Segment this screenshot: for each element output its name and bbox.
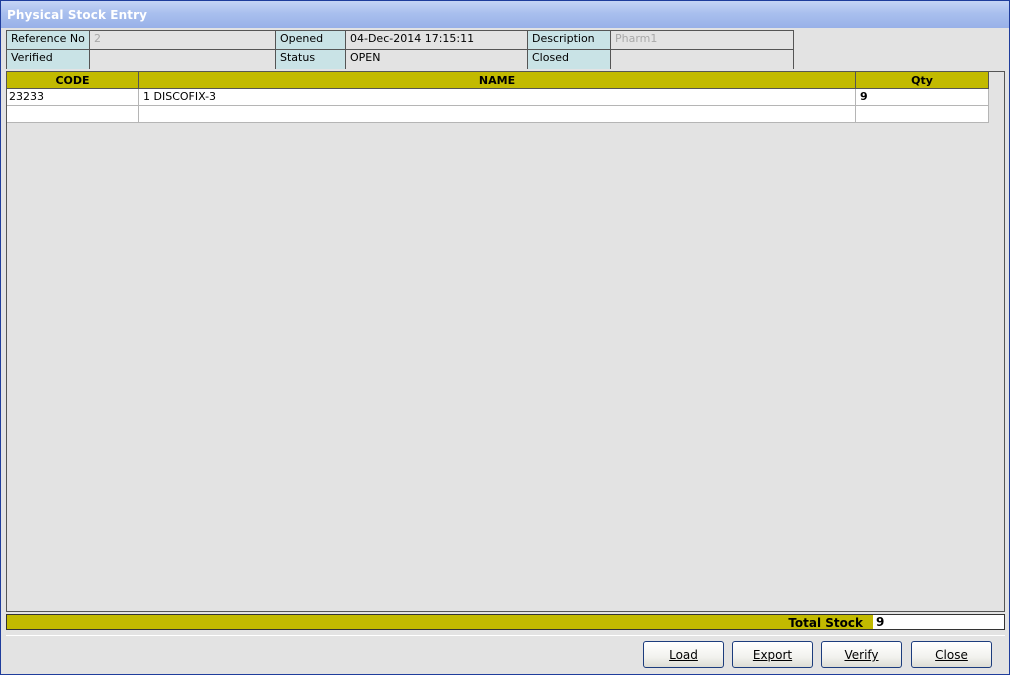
closed-label: Closed bbox=[528, 50, 611, 69]
column-header-name[interactable]: NAME bbox=[139, 72, 856, 89]
closed-field[interactable] bbox=[611, 50, 793, 69]
title-bar[interactable]: Physical Stock Entry bbox=[1, 1, 1009, 28]
reference-no-field[interactable]: 2 bbox=[90, 31, 276, 50]
verified-label: Verified bbox=[7, 50, 90, 69]
stock-entry-window: Physical Stock Entry Reference No 2 Open… bbox=[0, 0, 1010, 675]
reference-no-label: Reference No bbox=[7, 31, 90, 50]
column-header-qty[interactable]: Qty bbox=[856, 72, 989, 89]
row-2-name-cell[interactable] bbox=[139, 106, 856, 123]
row-2-code-cell[interactable] bbox=[7, 106, 139, 123]
window-title: Physical Stock Entry bbox=[7, 8, 148, 22]
row-2-qty-cell[interactable] bbox=[856, 106, 989, 123]
status-field[interactable]: OPEN bbox=[346, 50, 528, 69]
info-panel: Reference No 2 Opened 04-Dec-2014 17:15:… bbox=[6, 30, 794, 69]
stock-grid[interactable]: CODE NAME Qty 23233 1 DISCOFIX-3 9 bbox=[6, 71, 1005, 612]
total-stock-value: 9 bbox=[873, 615, 1004, 629]
load-button[interactable]: Load bbox=[643, 641, 724, 668]
opened-field[interactable]: 04-Dec-2014 17:15:11 bbox=[346, 31, 528, 50]
total-stock-label: Total Stock bbox=[788, 616, 863, 630]
description-field[interactable]: Pharm1 bbox=[611, 31, 793, 50]
total-bar: Total Stock 9 bbox=[6, 614, 1005, 630]
verified-field[interactable] bbox=[90, 50, 276, 69]
button-bar: Load Export Verify Close bbox=[6, 635, 1005, 672]
row-1-name-cell[interactable]: 1 DISCOFIX-3 bbox=[139, 89, 856, 106]
verify-button[interactable]: Verify bbox=[821, 641, 902, 668]
export-button[interactable]: Export bbox=[732, 641, 813, 668]
status-label: Status bbox=[276, 50, 346, 69]
row-1-code-cell[interactable]: 23233 bbox=[7, 89, 139, 106]
description-label: Description bbox=[528, 31, 611, 50]
row-1-qty-cell[interactable]: 9 bbox=[856, 89, 989, 106]
column-header-code[interactable]: CODE bbox=[7, 72, 139, 89]
close-button[interactable]: Close bbox=[911, 641, 992, 668]
opened-label: Opened bbox=[276, 31, 346, 50]
